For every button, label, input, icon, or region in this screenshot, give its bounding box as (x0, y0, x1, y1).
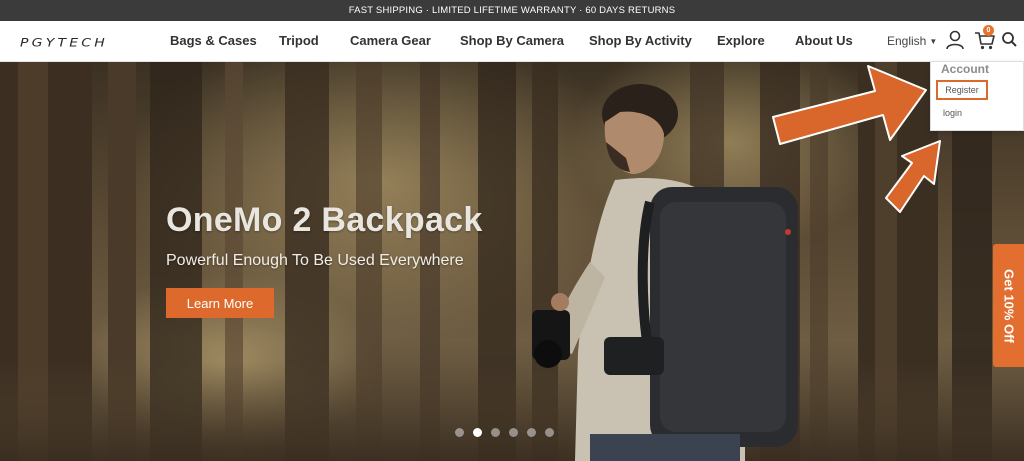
login-link[interactable]: login (943, 108, 962, 118)
hero-subtitle: Powerful Enough To Be Used Everywhere (166, 252, 464, 269)
learn-more-button[interactable]: Learn More (166, 288, 274, 318)
nav-item-shop-by-camera[interactable]: Shop By Camera (460, 33, 564, 48)
search-icon[interactable] (999, 29, 1021, 51)
carousel-dot[interactable] (509, 428, 518, 437)
nav-item-explore[interactable]: Explore (717, 33, 765, 48)
hero-title: OneMo 2 Backpack (166, 201, 483, 239)
account-dropdown-title: Account (941, 62, 989, 76)
brand-logo[interactable]: PGYTECH (20, 36, 108, 50)
language-label: English (887, 34, 927, 48)
language-selector[interactable]: English ▼ (887, 34, 937, 48)
discount-tab-label: Get 10% Off (1001, 268, 1016, 343)
carousel-dot[interactable] (527, 428, 536, 437)
account-dropdown: Account Register login (930, 61, 1024, 131)
caret-down-icon: ▼ (929, 37, 938, 46)
forest-background-image (0, 62, 1024, 461)
nav-item-tripod[interactable]: Tripod (279, 33, 319, 48)
carousel-dots (455, 428, 554, 437)
carousel-dot[interactable] (455, 428, 464, 437)
cart-count-badge: 0 (983, 25, 994, 36)
carousel-dot[interactable] (491, 428, 500, 437)
cart-icon[interactable]: 0 (974, 25, 996, 51)
carousel-dot-active[interactable] (473, 428, 482, 437)
discount-side-tab[interactable]: Get 10% Off (993, 244, 1024, 367)
nav-item-shop-by-activity[interactable]: Shop By Activity (589, 33, 692, 48)
carousel-dot[interactable] (545, 428, 554, 437)
announcement-bar: FAST SHIPPING · LIMITED LIFETIME WARRANT… (0, 0, 1024, 21)
register-link[interactable]: Register (936, 80, 988, 100)
nav-item-camera-gear[interactable]: Camera Gear (350, 33, 431, 48)
user-icon[interactable] (944, 29, 966, 51)
nav-item-bags-cases[interactable]: Bags & Cases (170, 33, 257, 48)
hero-banner: OneMo 2 Backpack Powerful Enough To Be U… (0, 62, 1024, 461)
announcement-text: FAST SHIPPING · LIMITED LIFETIME WARRANT… (348, 5, 676, 16)
nav-item-about-us[interactable]: About Us (795, 33, 853, 48)
site-header: PGYTECH Bags & Cases Tripod Camera Gear … (0, 21, 1024, 62)
